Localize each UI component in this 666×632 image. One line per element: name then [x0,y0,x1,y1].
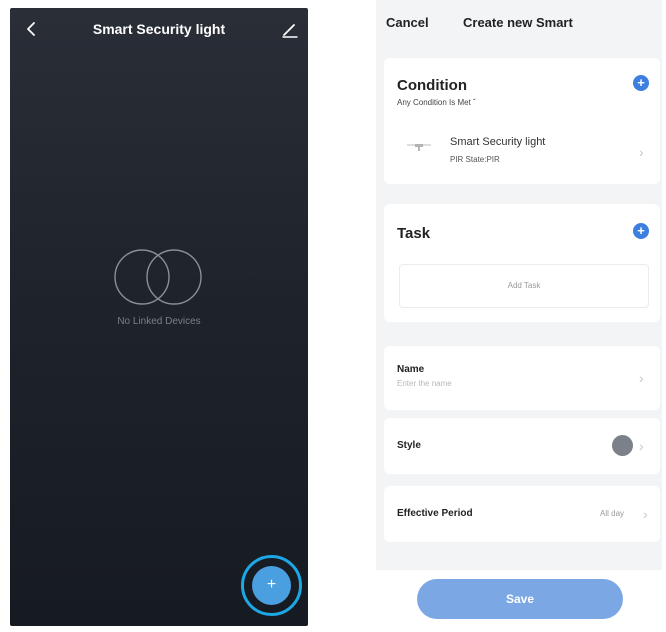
device-title: Smart Security light [92,21,226,37]
bottom-bar: Save [376,570,662,632]
caret-down-icon: ˇ [473,98,476,107]
task-title: Task [397,225,431,242]
task-card: Task + Add Task [384,204,660,322]
effective-period-value: All day [600,509,625,518]
style-color-swatch[interactable] [612,435,633,456]
chevron-right-icon: › [643,506,648,522]
save-button[interactable]: Save [417,579,623,619]
empty-state-text: No Linked Devices [117,316,201,327]
condition-card: Condition Any Condition Is Met ˇ + Smart… [384,58,660,184]
create-smart-screen: Cancel Create new Smart Condition Any Co… [376,0,662,632]
pencil-icon[interactable] [280,20,300,40]
effective-period-row[interactable]: Effective Period All day › [384,486,660,542]
linked-rings-icon [114,249,202,305]
style-row[interactable]: Style › [384,418,660,474]
name-input[interactable]: Enter the name [397,379,452,388]
add-device-button[interactable]: + [252,566,291,605]
cancel-button[interactable]: Cancel [386,15,429,30]
plus-circle-icon: + [637,75,645,90]
light-fixture-icon [407,144,431,151]
condition-mode-select[interactable]: Any Condition Is Met ˇ [397,98,476,107]
add-task-button[interactable]: Add Task [399,264,649,308]
name-row[interactable]: Name Enter the name › [384,346,660,410]
plus-circle-icon: + [637,223,645,238]
chevron-right-icon[interactable]: › [639,144,644,160]
add-task-plus-button[interactable]: + [633,223,649,239]
page-title: Create new Smart [463,15,573,30]
condition-device-name[interactable]: Smart Security light [450,136,545,148]
condition-mode-label: Any Condition Is Met [397,98,471,107]
top-bar: Cancel Create new Smart [376,0,662,46]
linked-devices-screen: Smart Security light No Linked Devices + [10,8,308,626]
name-label: Name [397,364,425,375]
condition-device-state: PIR State:PIR [450,155,500,164]
add-condition-button[interactable]: + [633,75,649,91]
condition-title: Condition [397,77,467,94]
chevron-right-icon: › [639,438,644,454]
style-label: Style [397,440,421,451]
chevron-right-icon: › [639,370,644,386]
effective-period-label: Effective Period [397,508,473,519]
screen-header: Smart Security light [10,8,308,52]
